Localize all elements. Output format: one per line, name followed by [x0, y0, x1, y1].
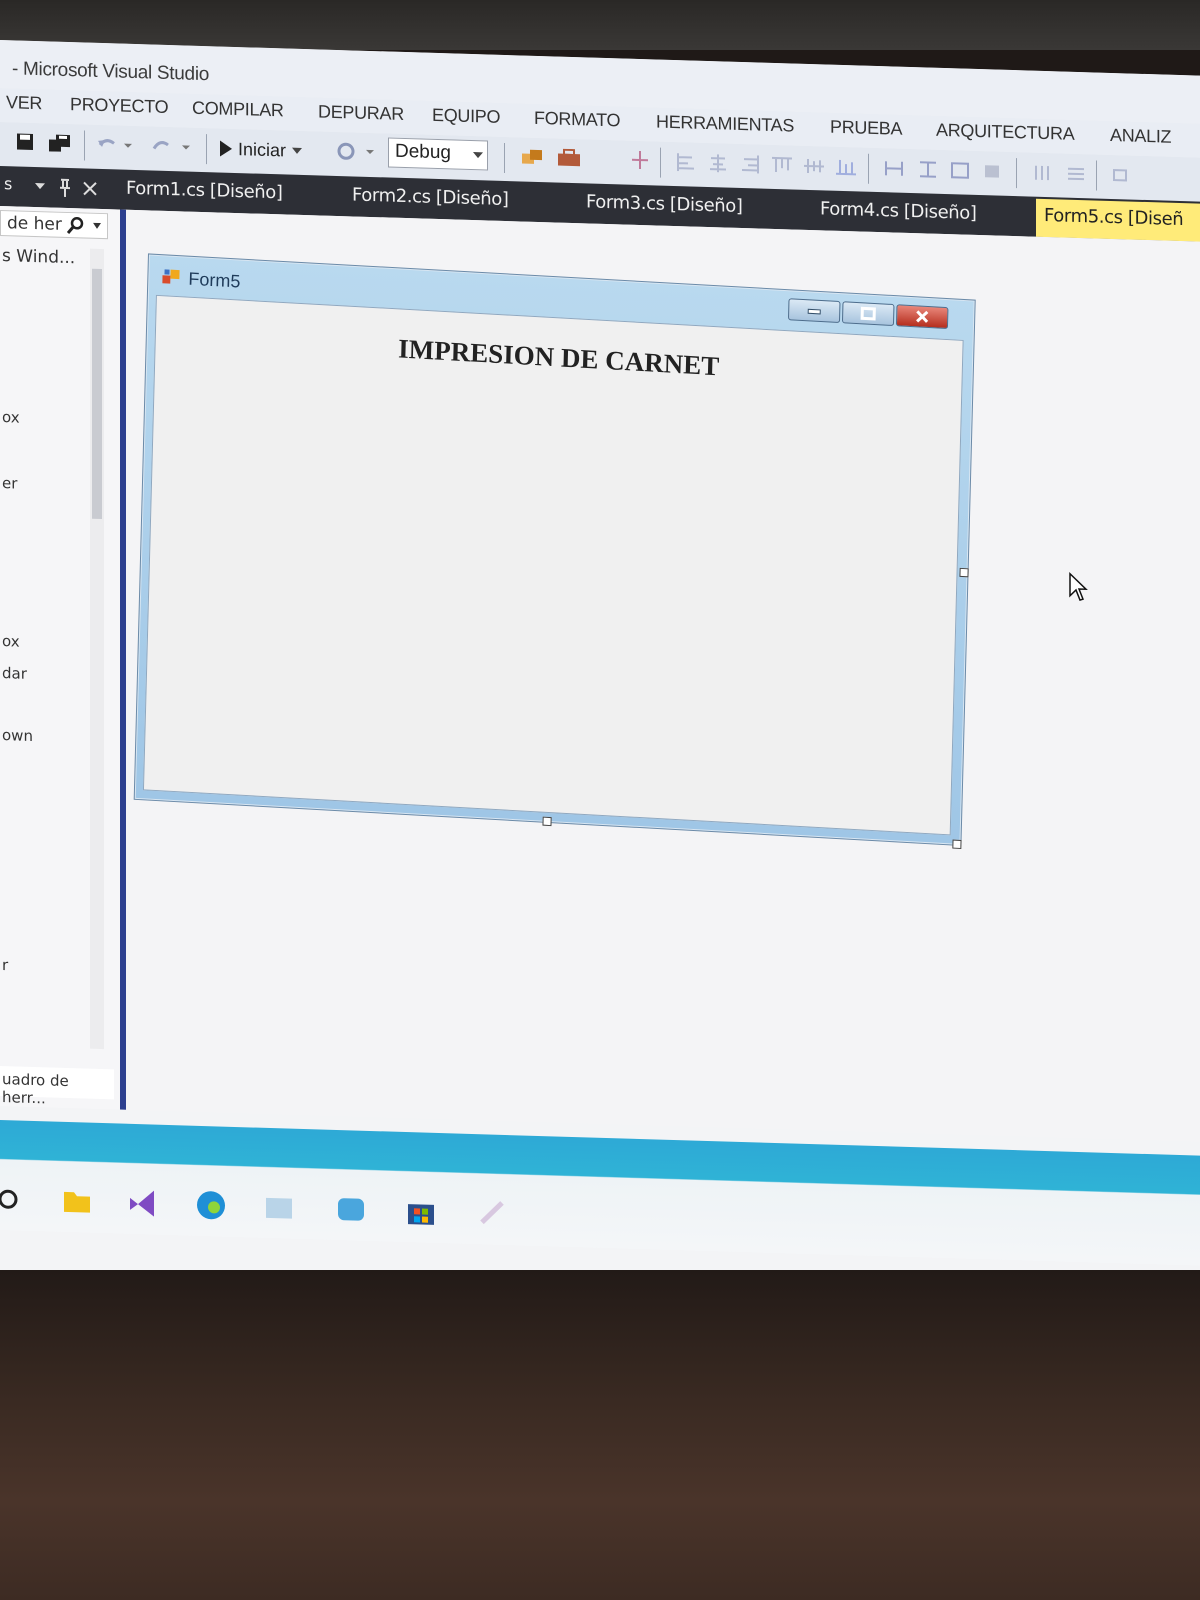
- configuration-value: Debug: [395, 140, 451, 164]
- close-icon: [916, 310, 929, 323]
- search-icon[interactable]: [0, 1182, 34, 1217]
- file-explorer-icon[interactable]: [60, 1184, 94, 1219]
- tab-order-icon[interactable]: [1110, 166, 1130, 185]
- chevron-down-icon: [473, 152, 483, 159]
- app-title: - Microsoft Visual Studio: [12, 58, 210, 86]
- monitor-bezel-top: [0, 0, 1200, 50]
- make-same-size-icon[interactable]: [982, 162, 1002, 181]
- tab-form1-design[interactable]: Form1.cs [Diseño]: [126, 178, 283, 204]
- visual-studio-icon[interactable]: [126, 1186, 160, 1221]
- toolbar-separator: [868, 153, 869, 184]
- desk-surface: [0, 1270, 1200, 1600]
- paint-icon[interactable]: [476, 1196, 510, 1231]
- align-right-icon[interactable]: [740, 155, 760, 174]
- tab-form2-design[interactable]: Form2.cs [Diseño]: [352, 184, 509, 210]
- close-button[interactable]: [895, 304, 949, 330]
- minimize-button[interactable]: [787, 298, 841, 324]
- bring-to-front-icon[interactable]: [520, 147, 544, 166]
- store-icon[interactable]: [404, 1194, 438, 1229]
- tab-form5-design[interactable]: Form5.cs [Diseñ: [1036, 198, 1200, 242]
- menu-ver[interactable]: VER: [6, 92, 42, 114]
- screen: - Microsoft Visual Studio VER PROYECTO C…: [0, 40, 1200, 1316]
- align-middle-icon[interactable]: [804, 157, 824, 176]
- toolbar-separator: [206, 134, 207, 165]
- toolbox-item[interactable]: own: [2, 726, 33, 745]
- align-left-icon[interactable]: [676, 153, 696, 172]
- maximize-icon: [860, 306, 876, 321]
- menu-formato[interactable]: FORMATO: [534, 108, 620, 132]
- search-icon[interactable]: [67, 216, 85, 235]
- form-title: Form5: [188, 268, 241, 292]
- toolbox-icon[interactable]: [556, 148, 584, 168]
- align-to-grid-icon[interactable]: [630, 150, 650, 170]
- save-icon[interactable]: [16, 132, 34, 151]
- form-heading-label[interactable]: IMPRESION DE CARNET: [155, 320, 962, 396]
- align-top-icon[interactable]: [772, 156, 792, 175]
- pin-icon[interactable]: [58, 178, 72, 198]
- toolbox-tab[interactable]: uadro de herr...: [0, 1066, 114, 1107]
- form5-window[interactable]: Form5 IMPRESION DE CARNET: [133, 253, 976, 850]
- align-bottom-icon[interactable]: [836, 158, 856, 177]
- start-button[interactable]: Iniciar: [220, 135, 303, 165]
- taskbar: [0, 1120, 1200, 1266]
- menu-depurar[interactable]: DEPURAR: [318, 101, 404, 125]
- resize-handle-corner[interactable]: [952, 839, 962, 850]
- redo-icon[interactable]: [150, 136, 194, 155]
- toolbox-item[interactable]: r: [2, 956, 8, 974]
- menu-compilar[interactable]: COMPILAR: [192, 98, 284, 122]
- start-label: Iniciar: [238, 138, 287, 160]
- maximize-button[interactable]: [841, 301, 895, 327]
- undo-icon[interactable]: [96, 135, 136, 154]
- menu-equipo[interactable]: EQUIPO: [432, 105, 500, 128]
- toolbox-item[interactable]: dar: [2, 664, 27, 683]
- tab-form4-design[interactable]: Form4.cs [Diseño]: [820, 198, 977, 224]
- toolbox-search-input[interactable]: de her: [0, 210, 108, 240]
- mouse-cursor-icon: [1069, 572, 1088, 601]
- chevron-down-icon[interactable]: [93, 222, 101, 229]
- toolbox-item[interactable]: ox: [2, 408, 20, 427]
- app-icon[interactable]: [262, 1190, 296, 1225]
- toolbar-separator: [1016, 158, 1017, 189]
- resize-handle-right[interactable]: [959, 567, 969, 578]
- toolbar-separator: [1096, 160, 1097, 191]
- make-same-width-icon[interactable]: [884, 159, 904, 178]
- edge-icon[interactable]: [194, 1188, 228, 1223]
- save-all-icon[interactable]: [48, 133, 72, 152]
- form-icon: [162, 269, 180, 284]
- horizontal-spacing-icon[interactable]: [1032, 164, 1052, 183]
- toolbox-item[interactable]: ox: [2, 632, 20, 651]
- toolbox-header: s: [0, 174, 110, 201]
- close-icon[interactable]: [82, 180, 98, 196]
- configuration-select[interactable]: Debug: [388, 137, 488, 171]
- menu-analizar[interactable]: ANALIZ: [1110, 125, 1171, 148]
- size-to-grid-icon[interactable]: [950, 161, 970, 180]
- toolbar-separator: [660, 147, 661, 178]
- chevron-down-icon[interactable]: [34, 181, 46, 191]
- tab-form3-design[interactable]: Form3.cs [Diseño]: [586, 191, 743, 217]
- menu-arquitectura[interactable]: ARQUITECTURA: [936, 120, 1074, 145]
- menu-proyecto[interactable]: PROYECTO: [70, 94, 168, 118]
- refresh-icon[interactable]: [336, 142, 380, 161]
- toolbox-title: s: [4, 174, 13, 194]
- menu-herramientas[interactable]: HERRAMIENTAS: [656, 111, 794, 136]
- align-center-icon[interactable]: [708, 154, 728, 173]
- toolbox-search-value: de her: [7, 213, 62, 235]
- scrollbar-thumb[interactable]: [92, 268, 102, 520]
- toolbox-scrollbar[interactable]: [90, 248, 104, 1050]
- toolbar-separator: [84, 130, 85, 161]
- toolbar-separator: [504, 142, 505, 173]
- toolbox-item[interactable]: er: [2, 474, 17, 492]
- mail-icon[interactable]: [334, 1192, 368, 1227]
- form-client-area[interactable]: IMPRESION DE CARNET: [142, 294, 964, 836]
- toolbox-group-windows-forms[interactable]: s Wind...: [2, 246, 75, 268]
- chevron-down-icon: [292, 147, 303, 154]
- vertical-spacing-icon[interactable]: [1066, 165, 1086, 184]
- menu-prueba[interactable]: PRUEBA: [830, 117, 902, 140]
- resize-handle-bottom[interactable]: [542, 816, 552, 827]
- minimize-icon: [807, 308, 821, 315]
- make-same-height-icon[interactable]: [918, 160, 938, 179]
- play-icon: [220, 140, 232, 157]
- toolbox-panel: de her s Wind... ox er ox dar own r uadr…: [0, 206, 126, 1110]
